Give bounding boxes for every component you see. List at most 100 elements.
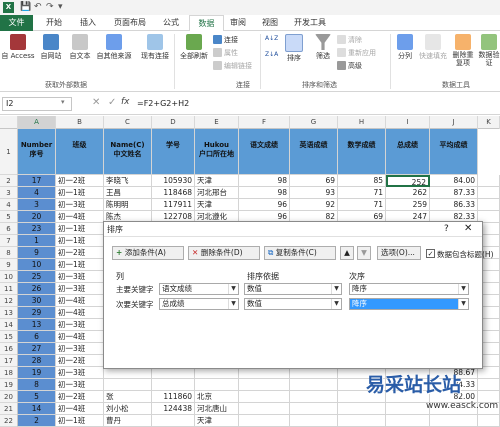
table-cell[interactable]: 111860	[152, 391, 195, 403]
row-header[interactable]: 7	[0, 235, 18, 247]
header-cell[interactable]: Name(C) 中文姓名	[104, 129, 152, 175]
column-header-h[interactable]: H	[338, 116, 386, 129]
row-header[interactable]: 12	[0, 295, 18, 307]
tab-review[interactable]: 审阅	[223, 15, 253, 31]
header-cell[interactable]: 班级	[56, 129, 104, 175]
table-cell[interactable]: 陈明明	[104, 199, 152, 211]
name-box-dropdown-icon[interactable]: ▾	[61, 98, 65, 106]
column-header-g[interactable]: G	[290, 116, 338, 129]
table-cell[interactable]: 初一1班	[56, 235, 104, 247]
row-header[interactable]: 18	[0, 367, 18, 379]
column-header-e[interactable]: E	[195, 116, 239, 129]
header-cell[interactable]: 语文成绩	[239, 129, 290, 175]
row-header[interactable]: 6	[0, 223, 18, 235]
table-cell[interactable]: 初一1班	[56, 187, 104, 199]
tab-page-layout[interactable]: 页面布局	[106, 15, 154, 31]
data-validation-button[interactable]: 数据验证	[477, 34, 500, 67]
table-cell[interactable]	[478, 199, 500, 211]
table-cell[interactable]: 14	[18, 403, 56, 415]
table-cell[interactable]: 1	[18, 235, 56, 247]
from-web-button[interactable]: 自网站	[36, 34, 66, 61]
header-cell[interactable]: 数学成绩	[338, 129, 386, 175]
table-cell[interactable]: 初一4班	[56, 307, 104, 319]
primary-order-select[interactable]: 降序 ▼	[349, 283, 469, 295]
table-cell[interactable]: 张	[104, 391, 152, 403]
table-cell[interactable]: 刘小松	[104, 403, 152, 415]
tab-formulas[interactable]: 公式	[155, 15, 187, 31]
row-header[interactable]: 19	[0, 379, 18, 391]
tab-home[interactable]: 开始	[38, 15, 70, 31]
header-cell[interactable]: 总成绩	[386, 129, 430, 175]
table-cell[interactable]: 3	[18, 199, 56, 211]
table-cell[interactable]: 84.00	[430, 175, 478, 187]
sort-descending-button[interactable]: Z↓A	[265, 51, 278, 58]
column-header-i[interactable]: I	[386, 116, 430, 129]
table-cell[interactable]: 26	[18, 283, 56, 295]
table-cell[interactable]: 初一3班	[56, 367, 104, 379]
table-cell[interactable]: 北京	[195, 391, 239, 403]
delete-level-button[interactable]: ✕ 删除条件(D)	[188, 246, 260, 260]
table-cell[interactable]: 252	[386, 175, 430, 187]
header-cell[interactable]: 平均成绩	[430, 129, 478, 175]
table-cell[interactable]	[239, 391, 290, 403]
column-header-d[interactable]: D	[152, 116, 195, 129]
table-cell[interactable]: 71	[338, 199, 386, 211]
reapply-button[interactable]: 重新应用	[337, 48, 376, 58]
table-cell[interactable]: 初一1班	[56, 223, 104, 235]
primary-sort-on-select[interactable]: 数值 ▼	[244, 283, 342, 295]
from-text-button[interactable]: 自文本	[66, 34, 94, 61]
table-cell[interactable]: 117911	[152, 199, 195, 211]
help-icon[interactable]: ?	[444, 224, 449, 234]
edit-links-button[interactable]: 编辑链接	[213, 61, 252, 71]
table-cell[interactable]: 124438	[152, 403, 195, 415]
secondary-column-select[interactable]: 总成绩 ▼	[159, 298, 239, 310]
table-cell[interactable]: 19	[18, 367, 56, 379]
move-up-button[interactable]: ▲	[340, 246, 354, 260]
row-header[interactable]: 13	[0, 307, 18, 319]
table-cell[interactable]: 初一2班	[56, 247, 104, 259]
header-cell[interactable]: Number 序号	[18, 129, 56, 175]
insert-function-icon[interactable]: fx	[121, 97, 130, 107]
table-cell[interactable]: 262	[386, 187, 430, 199]
row-header[interactable]: 16	[0, 343, 18, 355]
table-cell[interactable]: 初一3班	[56, 271, 104, 283]
existing-connections-button[interactable]: 现有连接	[138, 34, 172, 61]
table-cell[interactable]: 初一3班	[56, 343, 104, 355]
table-cell[interactable]: 王昌	[104, 187, 152, 199]
select-all-corner[interactable]	[0, 116, 18, 129]
column-header-c[interactable]: C	[104, 116, 152, 129]
row-header[interactable]: 15	[0, 331, 18, 343]
table-cell[interactable]: 17	[18, 175, 56, 187]
remove-duplicates-button[interactable]: 删除重复项	[451, 34, 475, 67]
row-header[interactable]: 17	[0, 355, 18, 367]
table-cell[interactable]: 初一2班	[56, 355, 104, 367]
table-cell[interactable]: 87.33	[430, 187, 478, 199]
clear-filter-button[interactable]: 清除	[337, 35, 362, 45]
redo-icon[interactable]: ↷	[46, 1, 54, 14]
properties-button[interactable]: 属性	[213, 48, 238, 58]
table-cell[interactable]: 初一4班	[56, 331, 104, 343]
table-cell[interactable]: 9	[18, 247, 56, 259]
table-cell[interactable]: 初一2班	[56, 175, 104, 187]
table-cell[interactable]: 天津	[195, 175, 239, 187]
table-cell[interactable]: 96	[239, 199, 290, 211]
table-cell[interactable]: 98	[239, 187, 290, 199]
sort-button[interactable]: 排序	[283, 34, 305, 63]
table-cell[interactable]: 118468	[152, 187, 195, 199]
table-cell[interactable]: 20	[18, 211, 56, 223]
row-header[interactable]: 4	[0, 199, 18, 211]
row-header[interactable]: 2	[0, 175, 18, 187]
has-headers-checkbox[interactable]: ✓	[426, 249, 435, 258]
row-header[interactable]: 20	[0, 391, 18, 403]
table-cell[interactable]: 初一3班	[56, 319, 104, 331]
save-icon[interactable]: 💾	[20, 1, 31, 14]
table-cell[interactable]: 86.33	[430, 199, 478, 211]
table-cell[interactable]: 29	[18, 307, 56, 319]
secondary-order-select[interactable]: 降序 ▼	[349, 298, 469, 310]
options-button[interactable]: 选项(O)...	[377, 246, 421, 260]
add-level-button[interactable]: + 添加条件(A)	[112, 246, 184, 260]
row-header[interactable]: 11	[0, 283, 18, 295]
table-cell[interactable]: 85	[338, 175, 386, 187]
table-cell[interactable]	[478, 187, 500, 199]
row-header[interactable]: 9	[0, 259, 18, 271]
